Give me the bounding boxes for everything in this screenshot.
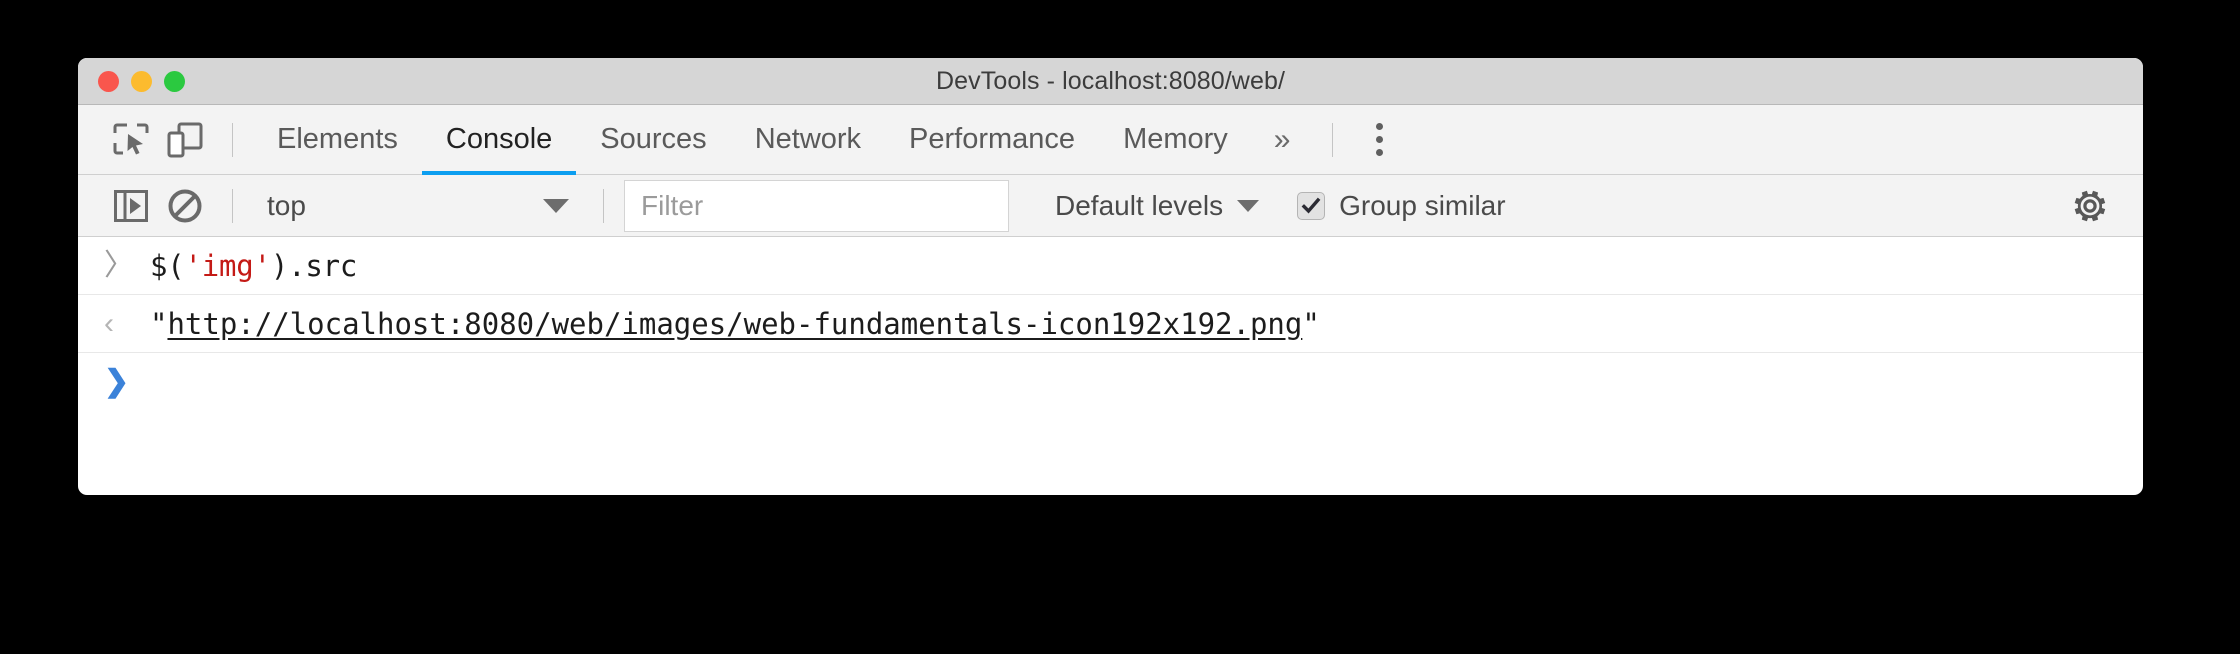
more-options-button[interactable] [1353, 113, 1405, 167]
group-similar-checkbox[interactable] [1297, 191, 1326, 220]
expression-part-string: 'img' [184, 248, 272, 283]
console-toolbar-divider [232, 188, 233, 223]
devtools-tabbar: Elements Console Sources Network Perform… [78, 105, 2143, 175]
tab-network-label: Network [754, 123, 862, 155]
execution-context-value: top [267, 189, 306, 221]
execution-context-selector[interactable]: top [253, 183, 583, 229]
tab-elements-label: Elements [277, 123, 398, 155]
tab-console[interactable]: Console [421, 105, 577, 175]
tab-performance[interactable]: Performance [885, 105, 1099, 175]
console-filter-input[interactable]: Filter [624, 179, 1009, 232]
console-sidebar-toggle-icon [114, 189, 148, 222]
tab-sources[interactable]: Sources [576, 105, 730, 175]
kebab-menu-icon-dot-1 [1375, 123, 1383, 130]
chevron-double-right-icon: » [1273, 122, 1291, 156]
result-url-link[interactable]: http://localhost:8080/web/images/web-fun… [167, 307, 1302, 341]
devtools-window: DevTools - localhost:8080/web/ Elements [78, 58, 2143, 495]
console-toolbar: top Filter Default levels Group similar [78, 175, 2143, 237]
device-toolbar-icon [167, 122, 203, 157]
window-titlebar: DevTools - localhost:8080/web/ [78, 58, 2143, 105]
console-filter-placeholder: Filter [641, 189, 704, 221]
inspect-element-button[interactable] [104, 113, 158, 167]
panel-tabs: Elements Console Sources Network Perform… [253, 105, 1252, 175]
console-prompt-row[interactable]: ❯ [78, 353, 2143, 411]
inspect-element-icon [113, 123, 149, 154]
console-toolbar-divider-2 [603, 188, 604, 223]
input-marker-icon: 〉 [104, 248, 134, 282]
tabbar-divider [232, 122, 233, 157]
traffic-light-group [98, 58, 185, 104]
chevron-down-icon [543, 198, 569, 213]
tab-sources-label: Sources [600, 123, 707, 155]
console-result-value: "http://localhost:8080/web/images/web-fu… [150, 307, 1320, 341]
tab-performance-label: Performance [909, 123, 1076, 155]
console-output-row: ‹ "http://localhost:8080/web/images/web-… [78, 295, 2143, 353]
tab-memory-label: Memory [1123, 123, 1228, 155]
window-title: DevTools - localhost:8080/web/ [935, 66, 1286, 95]
prompt-chevron-icon: ❯ [104, 365, 130, 398]
close-window-button[interactable] [98, 70, 119, 92]
quote-close: " [1302, 306, 1320, 341]
quote-open: " [150, 306, 168, 341]
console-settings-button[interactable] [2063, 179, 2117, 233]
device-toolbar-button[interactable] [158, 113, 212, 167]
output-marker-icon: ‹ [104, 306, 114, 340]
console-expression: $('img').src [150, 249, 357, 283]
expression-part-property: ).src [270, 248, 358, 283]
console-input-row[interactable]: 〉 $('img').src [78, 237, 2143, 295]
log-levels-selector[interactable]: Default levels [1035, 190, 1279, 222]
log-levels-label: Default levels [1055, 189, 1224, 221]
tab-elements[interactable]: Elements [253, 105, 422, 175]
tab-console-label: Console [445, 123, 553, 155]
clear-console-button[interactable] [158, 182, 212, 230]
screenshot-stage: DevTools - localhost:8080/web/ Elements [0, 0, 2240, 654]
clear-console-icon [168, 189, 202, 222]
group-similar-label: Group similar [1339, 189, 1506, 221]
expression-part-call: $( [150, 248, 185, 283]
checkmark-icon [1301, 197, 1321, 213]
tab-memory[interactable]: Memory [1099, 105, 1252, 175]
kebab-menu-icon-dot-3 [1375, 149, 1383, 156]
more-tabs-button[interactable]: » [1252, 123, 1313, 157]
zoom-window-button[interactable] [164, 70, 185, 92]
gear-icon [2074, 190, 2106, 221]
minimize-window-button[interactable] [131, 70, 152, 92]
chevron-down-icon [1237, 199, 1260, 212]
tabbar-divider-right [1332, 122, 1334, 157]
group-similar-control[interactable]: Group similar [1297, 189, 1506, 222]
console-messages: 〉 $('img').src ‹ "http://localhost:8080/… [78, 237, 2143, 411]
tab-network[interactable]: Network [731, 105, 885, 175]
kebab-menu-icon-dot-2 [1375, 136, 1383, 143]
console-sidebar-toggle-button[interactable] [104, 182, 158, 230]
